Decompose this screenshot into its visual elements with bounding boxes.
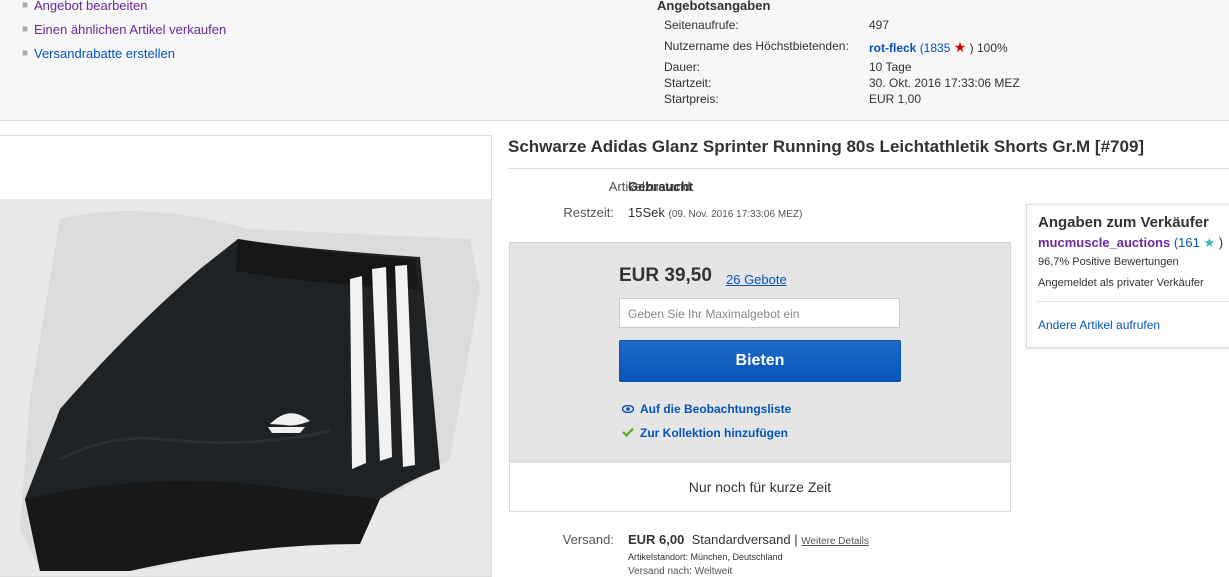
watchlist-link[interactable]: Auf die Beobachtungsliste [621,402,792,416]
offer-details: Angebotsangaben Seitenaufrufe: 497 Nutze… [657,0,1020,106]
offer-heading: Angebotsangaben [657,0,771,13]
current-price: EUR 39,50 [619,265,712,286]
start-price-label: Startpreis: [664,92,719,106]
title-divider [508,168,1229,169]
action-item-shipping-discounts: ■ Versandrabatte erstellen [22,45,226,69]
seller-score-close: ) [1218,235,1224,250]
teal-star-icon: ★ [1203,235,1216,250]
highest-bidder-link[interactable]: rot-fleck [869,41,916,55]
bidder-score-link[interactable]: (1835 [920,41,951,55]
seller-info-box: Angaben zum Verkäufer mucmuscle_auctions… [1026,204,1229,348]
seller-divider [1037,301,1229,302]
time-left-label: Restzeit: [563,205,614,220]
bullet-icon: ■ [22,24,29,35]
seller-name-link[interactable]: mucmuscle_auctions [1038,235,1170,250]
item-photo[interactable] [0,199,491,576]
seller-actions: ■ Angebot bearbeiten ■ Einen ähnlichen A… [22,0,226,69]
start-time-label: Startzeit: [664,76,712,90]
eye-icon [621,402,640,416]
time-left: 15Sek (09. Nov. 2016 17:33:06 MEZ) [628,205,802,220]
seller-type: Angemeldet als privater Verkäufer [1038,277,1204,289]
seller-heading: Angaben zum Verkäufer [1038,214,1209,231]
start-price-value: EUR 1,00 [869,92,922,106]
shipping-price: EUR 6,00 [628,532,685,547]
sell-similar-link[interactable]: Einen ähnlichen Artikel verkaufen [34,21,226,39]
item-image-panel[interactable] [0,135,492,577]
duration-label: Dauer: [664,60,701,74]
seller-score-link[interactable]: (161 [1174,235,1200,250]
highest-bidder-value: rot-fleck (1835 ★ ) 100% [869,39,1008,56]
bidder-score-close: ) [969,41,974,55]
seller-name-row: mucmuscle_auctions (161 ★ ) [1038,235,1223,251]
collection-link[interactable]: Zur Kollektion hinzufügen [622,426,788,440]
start-time-value: 30. Okt. 2016 17:33:06 MEZ [869,76,1020,90]
max-bid-input[interactable]: Geben Sie Ihr Maximalgebot ein [619,298,900,328]
seller-positive: 96,7% Positive Bewertungen [1038,256,1179,268]
bid-box: EUR 39,50 26 Gebote Geben Sie Ihr Maxima… [509,242,1011,463]
bullet-icon: ■ [22,48,29,59]
item-title: Schwarze Adidas Glanz Sprinter Running 8… [508,137,1145,156]
item-location: Artikelstandort: München, Deutschland [628,552,783,562]
page-views-value: 497 [869,18,890,32]
shipping-label: Versand: [562,532,614,547]
bid-count-link[interactable]: 26 Gebote [726,272,787,287]
shipping-method: Standardversand | [691,532,798,547]
end-time: (09. Nov. 2016 17:33:06 MEZ) [668,209,803,220]
other-items-link[interactable]: Andere Artikel aufrufen [1038,318,1160,332]
duration-value: 10 Tage [869,60,912,74]
bullet-icon: ■ [22,0,29,11]
bid-button[interactable]: Bieten [619,340,901,382]
time-left-value: 15Sek [628,205,665,220]
shipping-details-link[interactable]: Weitere Details [801,536,869,547]
action-item-sell-similar: ■ Einen ähnlichen Artikel verkaufen [22,21,226,45]
highest-bidder-label: Nutzername des Höchstbietenden: [664,39,849,53]
shipping-info: EUR 6,00 Standardversand | Weitere Detai… [628,532,869,547]
red-star-icon: ★ [953,39,967,55]
shorts-photo-graphic [0,199,491,576]
page-views-label: Seitenaufrufe: [664,18,739,32]
checkmark-icon [622,426,640,440]
action-item-edit: ■ Angebot bearbeiten [22,0,226,21]
condition-value: Gebraucht [628,179,694,194]
watchlist-label: Auf die Beobachtungsliste [640,402,792,416]
collection-label: Zur Kollektion hinzufügen [640,426,788,440]
scarcity-banner: Nur noch für kurze Zeit [509,462,1011,512]
edit-listing-link[interactable]: Angebot bearbeiten [34,0,147,15]
shipping-discounts-link[interactable]: Versandrabatte erstellen [34,45,175,63]
bidder-positive: 100% [976,41,1008,55]
